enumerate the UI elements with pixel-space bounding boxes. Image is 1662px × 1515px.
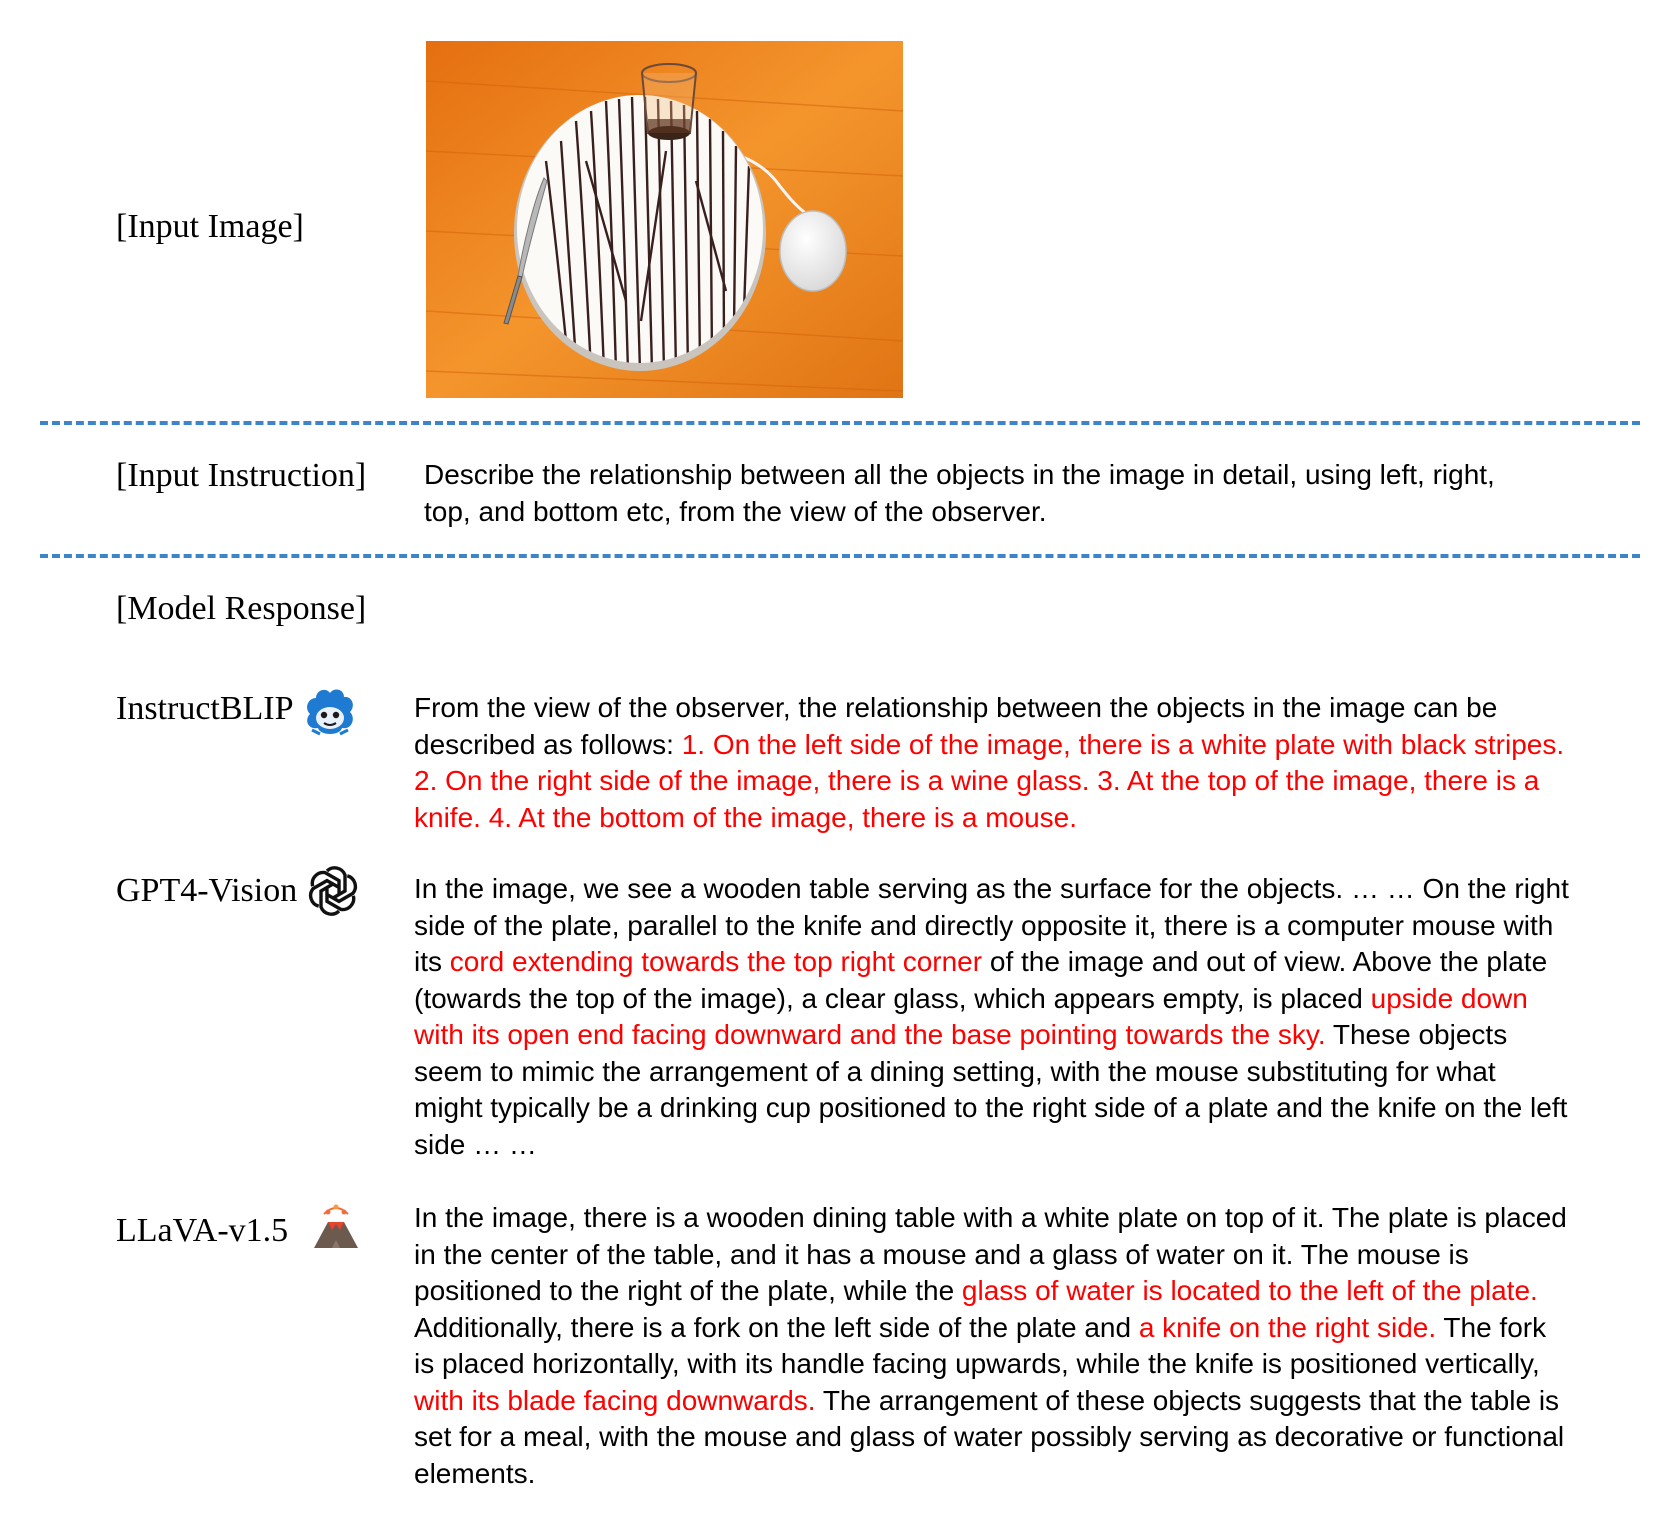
highlighted-error-text: with its blade facing downwards.: [414, 1384, 816, 1416]
input-photo: [426, 41, 903, 398]
highlighted-error-text: cord extending towards the top right cor…: [449, 946, 983, 977]
openai-logo-icon: [308, 866, 358, 916]
response-llava: In the image, there is a wooden dining t…: [414, 1200, 1569, 1492]
model-name-llava: LLaVA-v1.5: [116, 1212, 289, 1249]
highlighted-error-text: glass of water is located to the left of…: [961, 1275, 1538, 1306]
model-name-instructblip: InstructBLIP: [116, 690, 294, 727]
response-gpt4-vision: In the image, we see a wooden table serv…: [414, 871, 1569, 1163]
input-instruction-label: [Input Instruction]: [116, 457, 367, 494]
divider-bottom: [40, 554, 1640, 558]
model-name-gpt4-vision: GPT4-Vision: [116, 872, 298, 909]
input-image-label: [Input Image]: [116, 208, 304, 245]
volcano-icon: [314, 1204, 358, 1248]
instruction-text: Describe the relationship between all th…: [424, 459, 1495, 527]
instructblip-mascot-icon: [307, 689, 353, 736]
highlighted-error-text: a knife on the right side.: [1138, 1311, 1437, 1343]
divider-top: [40, 421, 1640, 425]
response-text: Additionally, there is a fork on the lef…: [414, 1311, 1139, 1343]
response-instructblip: From the view of the observer, the relat…: [414, 690, 1569, 836]
model-response-label: [Model Response]: [116, 590, 367, 627]
